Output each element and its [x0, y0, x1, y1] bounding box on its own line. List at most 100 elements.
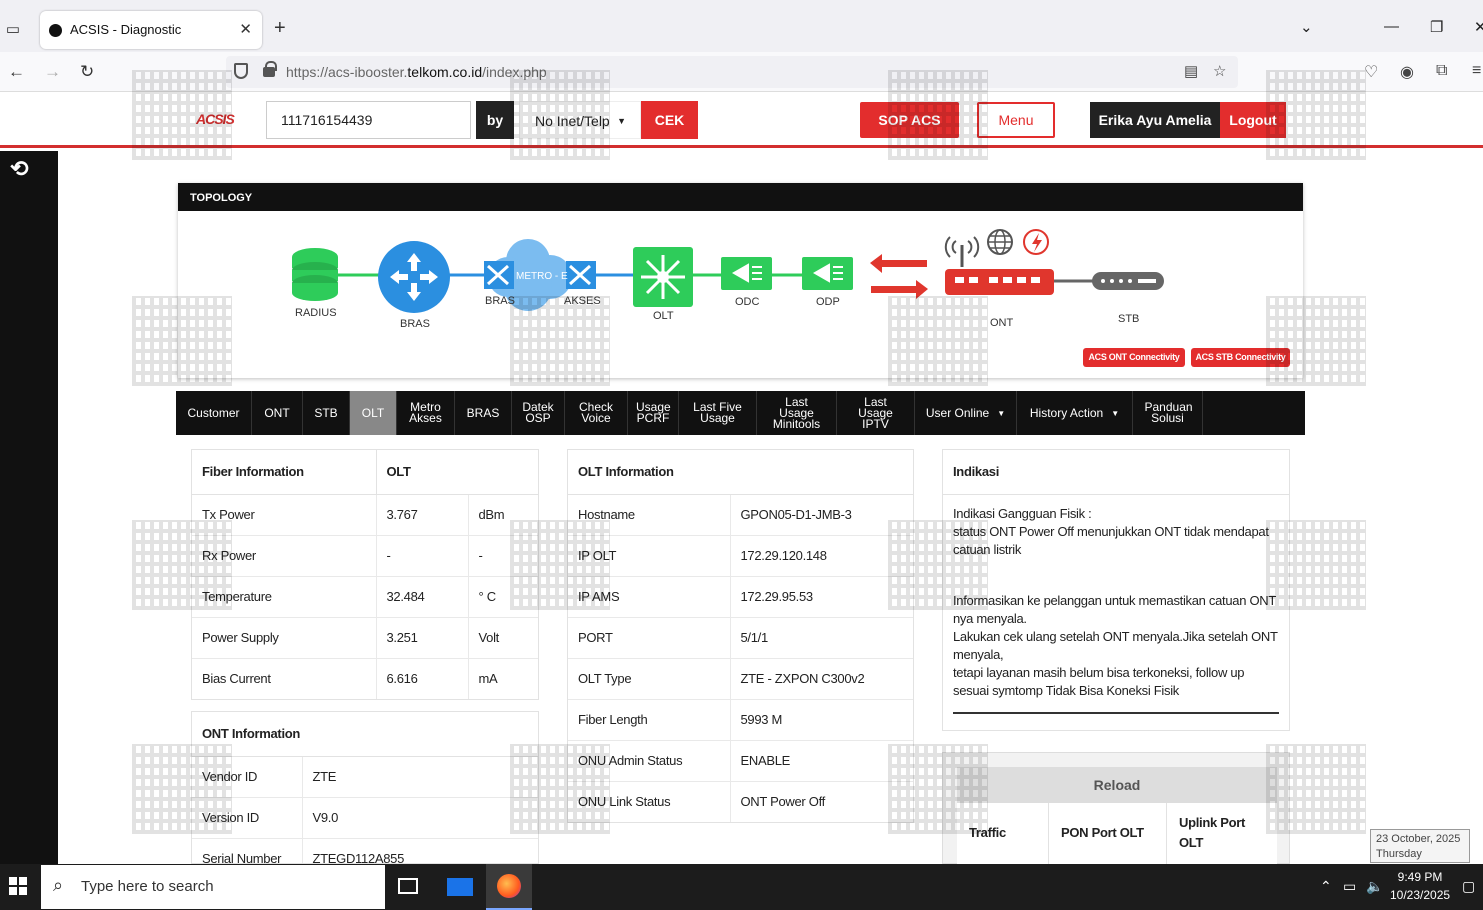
olt-label: OLT [653, 310, 674, 322]
extensions-icon[interactable]: ⧉ [1436, 62, 1447, 80]
tab-ont[interactable]: ONT [252, 391, 303, 435]
firefox-icon [497, 874, 521, 898]
odp-icon [802, 257, 853, 290]
tab-stb[interactable]: STB [303, 391, 350, 435]
olt-column-header: OLT [376, 450, 538, 495]
app-header: ACSIS by No Inet/Telp ▼ CEK SOP ACS Menu… [0, 93, 1483, 148]
account-icon[interactable]: ◉ [1400, 62, 1414, 82]
cek-button[interactable]: CEK [641, 101, 698, 139]
notifications-icon[interactable]: ▢ [1462, 878, 1475, 895]
browser-tab-bar: ▭ ACSIS - Diagnostic ✕ + ⌄ — ❐ ✕ [0, 0, 1483, 52]
date-tooltip: 23 October, 2025 Thursday [1370, 829, 1470, 863]
firefox-taskbar-button[interactable] [486, 864, 532, 910]
cell: 172.29.95.53 [730, 575, 913, 617]
table-row: PORT 5/1/1 [568, 616, 913, 658]
table-row: Rx Power - - [192, 534, 538, 576]
tab-list-icon[interactable]: ▭ [2, 20, 24, 42]
clock-date: 10/23/2025 [1390, 888, 1451, 902]
forward-icon[interactable]: → [44, 62, 61, 82]
akses-label: AKSES [564, 295, 601, 307]
table-row: Fiber Length 5993 M [568, 698, 913, 740]
undo-icon[interactable]: ⟲ [10, 156, 28, 182]
mail-icon[interactable] [447, 878, 473, 896]
indikasi-header: Indikasi [943, 450, 1289, 495]
cell: ° C [468, 575, 538, 617]
close-tab-icon[interactable]: ✕ [239, 20, 252, 38]
menu-button[interactable]: Menu [977, 102, 1055, 138]
cell: 3.251 [376, 616, 469, 658]
bookmark-star-icon[interactable]: ☆ [1213, 62, 1226, 80]
cell: Volt [468, 616, 538, 658]
fiber-information-header: Fiber Information [192, 450, 377, 495]
reader-view-icon[interactable]: ▤ [1184, 62, 1198, 80]
minimize-icon[interactable]: — [1384, 18, 1399, 35]
cell: Power Supply [192, 616, 377, 658]
table-row: Tx Power 3.767 dBm [192, 493, 538, 535]
reload-button[interactable]: Reload [957, 767, 1277, 803]
taskbar-search[interactable]: ⌕ Type here to search [41, 865, 385, 909]
divider [953, 711, 1279, 714]
cell: Fiber Length [568, 698, 731, 740]
tooltip-day: Thursday [1376, 848, 1422, 860]
list-all-tabs-icon[interactable]: ⌄ [1300, 18, 1313, 36]
windows-start-icon[interactable] [9, 877, 27, 895]
cell: ZTE [302, 755, 538, 797]
tab-history-action[interactable]: History Action ▼ [1017, 391, 1133, 435]
clock[interactable]: 9:49 PM 10/23/2025 [1390, 868, 1450, 904]
network-icon[interactable]: ▭ [1343, 878, 1356, 895]
sop-acs-button[interactable]: SOP ACS [860, 102, 959, 138]
indikasi-body: Indikasi Gangguan Fisik : status ONT Pow… [943, 495, 1289, 732]
indikasi-line: Informasikan ke pelanggan untuk memastik… [953, 592, 1276, 626]
logout-button[interactable]: Logout [1220, 102, 1286, 138]
volume-icon[interactable]: 🔈 [1366, 878, 1383, 895]
tab-datek-osp[interactable]: Datek OSP [512, 391, 565, 435]
fiber-information-panel: Fiber Information OLT Tx Power 3.767 dBm R… [191, 449, 539, 700]
tab-last-five-usage[interactable]: Last Five Usage [679, 391, 757, 435]
tab-customer[interactable]: Customer [176, 391, 252, 435]
caret-down-icon: ▼ [997, 408, 1006, 418]
pocket-icon[interactable]: ♡ [1364, 62, 1378, 82]
lock-icon[interactable] [263, 61, 277, 77]
cell: 6.616 [376, 657, 469, 699]
sync-arrows-icon [870, 254, 928, 299]
cell: Serial Number [192, 837, 303, 863]
cell: - [376, 534, 469, 576]
search-input[interactable] [266, 101, 471, 139]
browser-tab[interactable]: ACSIS - Diagnostic ✕ [40, 11, 262, 49]
bras-router-icon [378, 241, 450, 313]
acs-stb-connectivity-button[interactable]: ACS STB Connectivity [1191, 348, 1290, 367]
cell: ZTEGD112A855 [302, 837, 538, 863]
tab-last-usage-minitools[interactable]: Last Usage Minitools [757, 391, 837, 435]
tab-panduan-solusi[interactable]: Panduan Solusi [1133, 391, 1203, 435]
search-icon: ⌕ [53, 875, 64, 895]
search-type-select[interactable]: No Inet/Telp ▼ [519, 101, 641, 139]
acs-ont-connectivity-button[interactable]: ACS ONT Connectivity [1083, 348, 1185, 367]
restore-icon[interactable]: ❐ [1430, 18, 1443, 36]
url-text[interactable]: https://acs-ibooster.telkom.co.id/index.… [286, 64, 547, 80]
tab-metro-akses[interactable]: Metro Akses [397, 391, 455, 435]
shield-icon[interactable] [234, 63, 248, 79]
table-row: Temperature 32.484 ° C [192, 575, 538, 617]
uplink-port-column: Uplink Port OLT [1179, 815, 1246, 850]
tab-check-voice[interactable]: Check Voice [565, 391, 628, 435]
url-bar[interactable]: https://acs-ibooster.telkom.co.id/index.… [226, 56, 1238, 88]
close-window-icon[interactable]: ✕ [1474, 18, 1483, 36]
new-tab-icon[interactable]: + [274, 17, 286, 40]
indikasi-line: status ONT Power Off menunjukkan ONT tid… [953, 523, 1269, 557]
tab-last-usage-iptv[interactable]: Last Usage IPTV [837, 391, 915, 435]
cell: IP AMS [568, 575, 731, 617]
task-view-icon[interactable] [398, 878, 418, 894]
tab-user-online[interactable]: User Online ▼ [915, 391, 1017, 435]
tab-usage-pcrf[interactable]: Usage PCRF [628, 391, 679, 435]
menu-icon[interactable]: ≡ [1472, 62, 1481, 80]
odc-icon [721, 257, 772, 290]
tab-bras[interactable]: BRAS [455, 391, 512, 435]
tray-chevron-icon[interactable]: ⌃ [1320, 878, 1332, 895]
reload-icon[interactable]: ↻ [80, 62, 94, 82]
search-type-value: No Inet/Telp [535, 113, 610, 129]
topology-panel: TOPOLOGY RADIUS BRAS BRAS METRO - E AKSE… [178, 183, 1303, 378]
cell: Hostname [568, 493, 731, 535]
tab-olt[interactable]: OLT [350, 391, 397, 435]
back-icon[interactable]: ← [8, 62, 25, 82]
